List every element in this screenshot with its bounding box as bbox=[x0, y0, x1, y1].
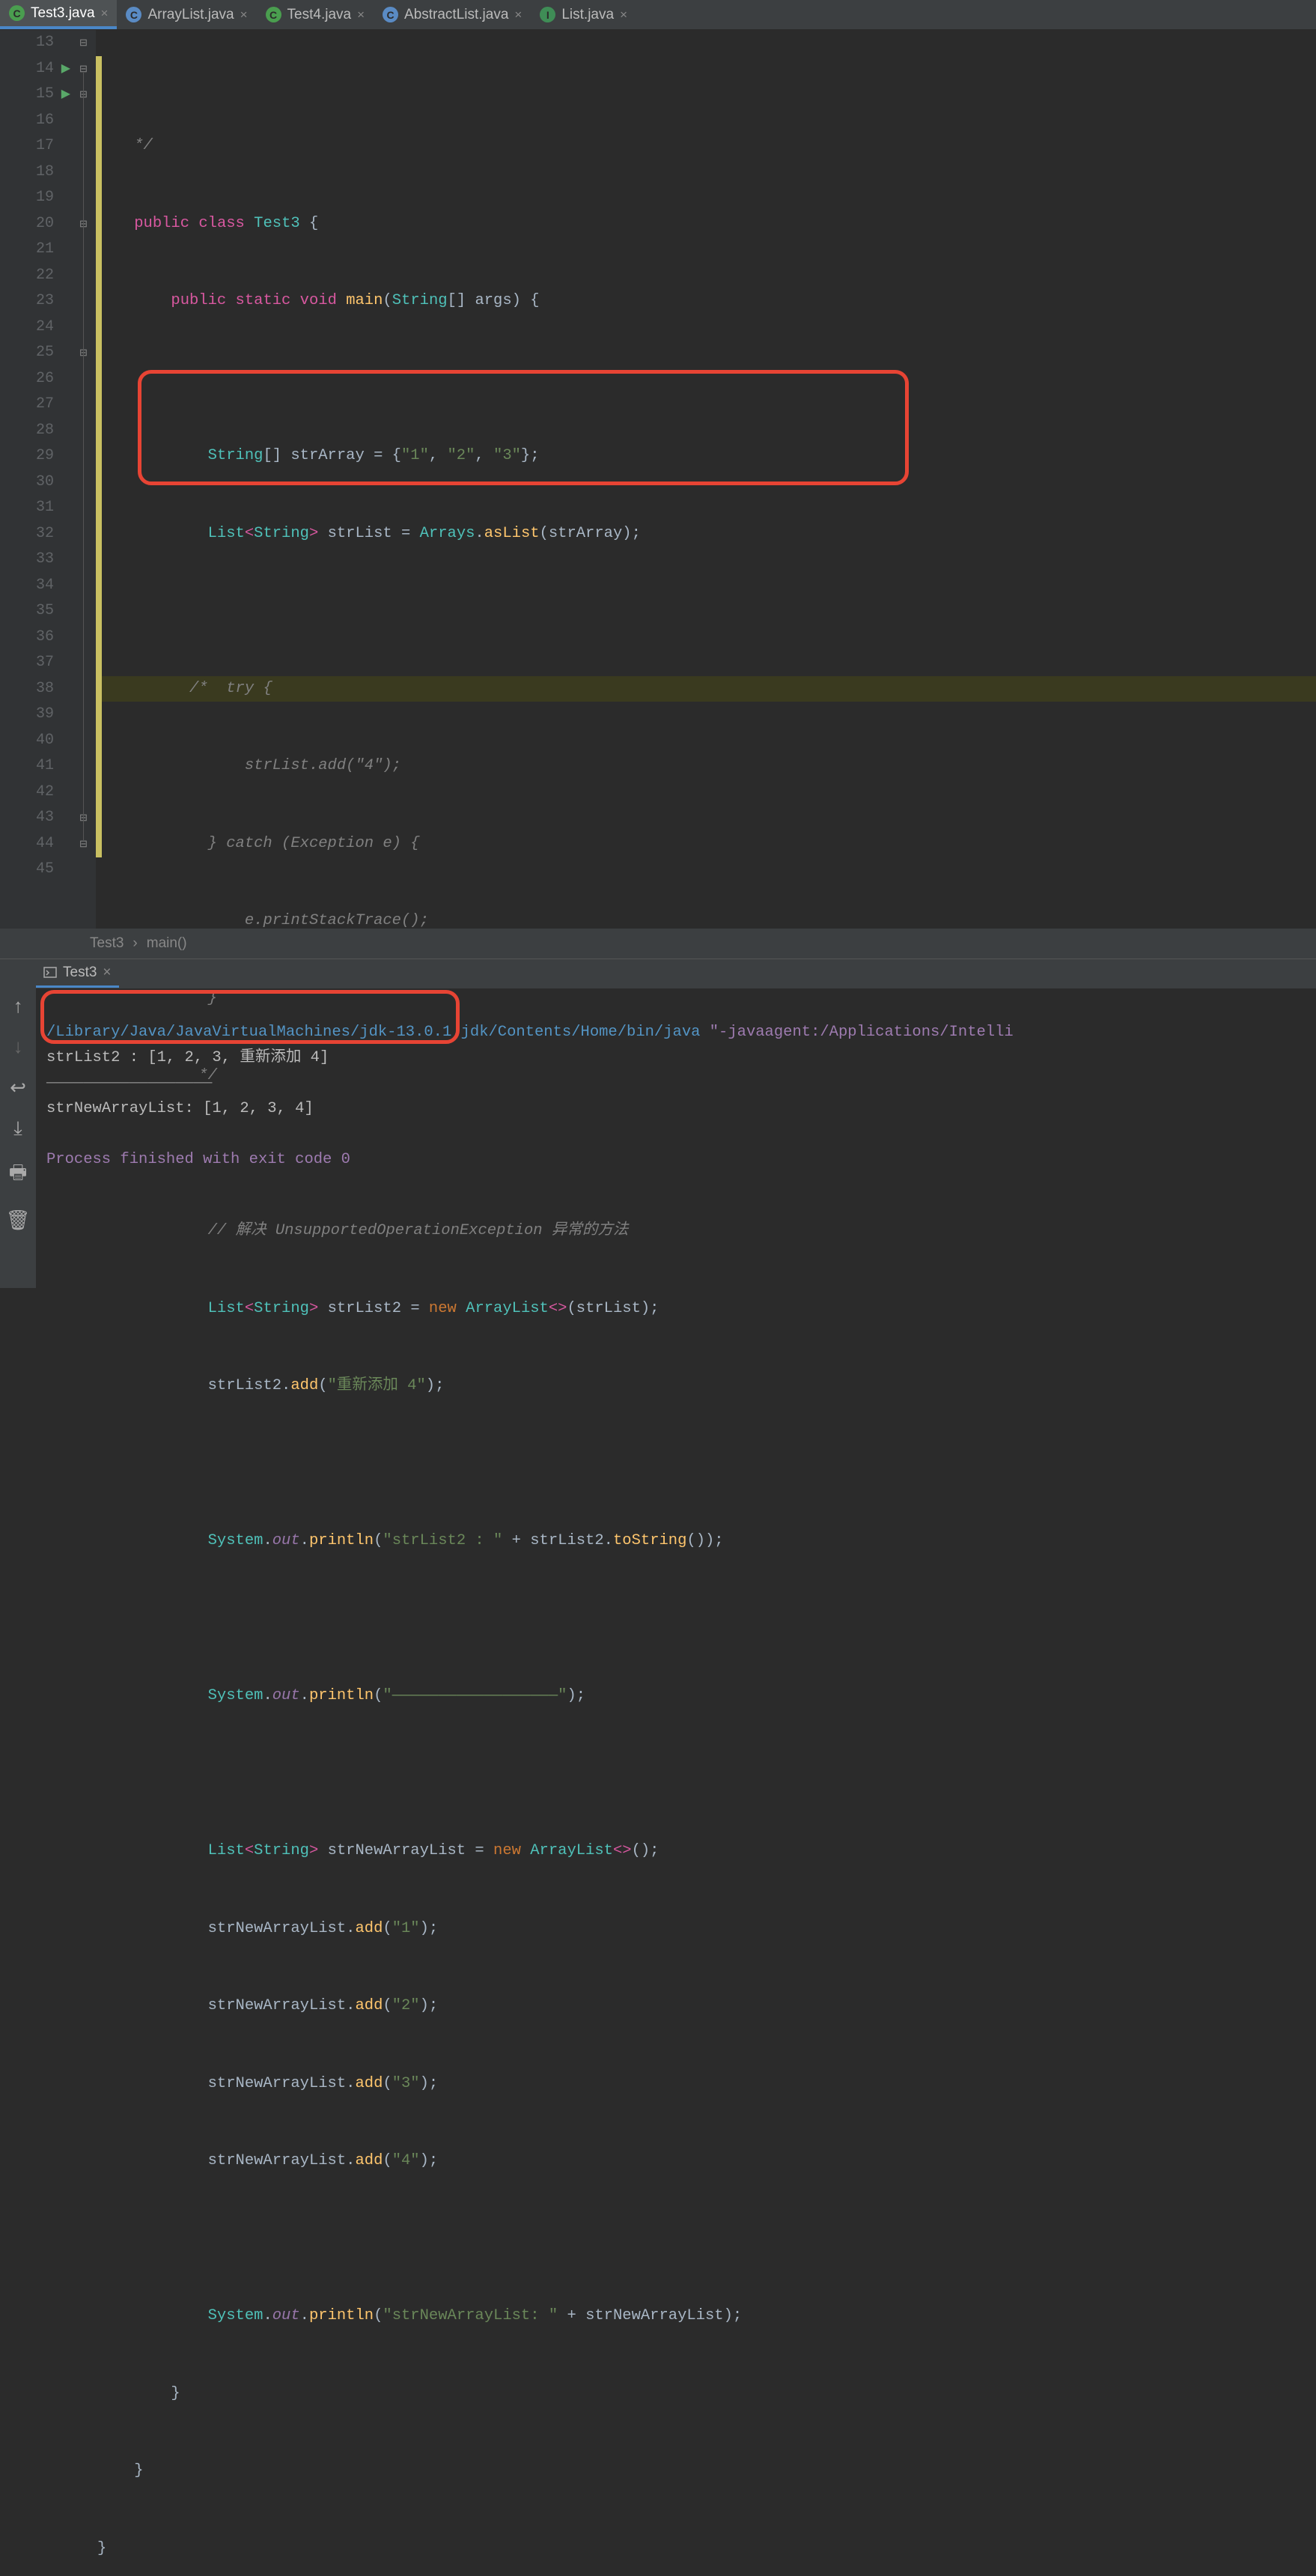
class-icon: C bbox=[266, 7, 281, 22]
code-line-42: } bbox=[97, 2381, 1316, 2408]
tab-abstractlist[interactable]: C AbstractList.java × bbox=[374, 0, 531, 29]
scroll-up-icon[interactable]: ↑ bbox=[12, 996, 24, 1018]
close-icon[interactable]: × bbox=[101, 6, 109, 21]
run-tab-label: Test3 bbox=[63, 965, 97, 981]
code-line-31: System.out.println("strList2 : " + strLi… bbox=[97, 1528, 1316, 1555]
trash-icon[interactable]: 🗑 bbox=[5, 1209, 30, 1233]
code-line-35: List<String> strNewArrayList = new Array… bbox=[97, 1838, 1316, 1865]
code-line-40 bbox=[97, 2226, 1316, 2253]
soft-wrap-icon[interactable]: ↩ bbox=[10, 1077, 26, 1100]
code-line-36: strNewArrayList.add("1"); bbox=[97, 1916, 1316, 1942]
close-icon[interactable]: × bbox=[514, 7, 522, 22]
code-line-21: strList.add("4"); bbox=[97, 753, 1316, 780]
console-out-sep: —————————————————— bbox=[46, 1075, 212, 1092]
code-line-18: List<String> strList = Arrays.asList(str… bbox=[97, 521, 1316, 547]
code-line-41: System.out.println("strNewArrayList: " +… bbox=[97, 2303, 1316, 2330]
fold-column: ⊟⊟⊟⊟⊟⊟⊟ bbox=[75, 30, 96, 929]
tab-label: List.java bbox=[561, 7, 614, 23]
code-area[interactable]: */ public class Test3 { public static vo… bbox=[96, 30, 1316, 929]
fold-icon[interactable]: ⊟ bbox=[78, 37, 89, 49]
tab-label: Test4.java bbox=[287, 7, 352, 23]
code-line-20: /* try { bbox=[97, 676, 1316, 702]
tab-list[interactable]: I List.java × bbox=[531, 0, 636, 29]
terminal-icon bbox=[43, 966, 57, 979]
code-line-19 bbox=[97, 598, 1316, 625]
run-gutter-icon[interactable]: ▶ bbox=[61, 56, 70, 82]
run-gutter-icon[interactable]: ▶ bbox=[61, 82, 70, 108]
code-line-33: System.out.println("——————————————————")… bbox=[97, 1683, 1316, 1710]
code-line-29: strList2.add("重新添加 4"); bbox=[97, 1373, 1316, 1400]
code-line-32 bbox=[97, 1606, 1316, 1632]
tab-label: Test3.java bbox=[31, 5, 95, 22]
code-line-30 bbox=[97, 1451, 1316, 1477]
console-toolbar: ↑ ↓ ↩ ⤓ 🖶 🗑 bbox=[0, 988, 36, 1288]
console-out-line: strList2 : [1, 2, 3, 重新添加 4] bbox=[46, 1049, 329, 1066]
run-console: ↑ ↓ ↩ ⤓ 🖶 🗑 /Library/Java/JavaVirtualMac… bbox=[0, 988, 1316, 1288]
tab-test3[interactable]: C Test3.java × bbox=[0, 0, 117, 29]
editor: 1314▶15▶16171819202122232425262728293031… bbox=[0, 30, 1316, 929]
print-icon[interactable]: 🖶 bbox=[9, 1158, 28, 1191]
code-line-23: e.printStackTrace(); bbox=[97, 908, 1316, 935]
close-icon[interactable]: × bbox=[620, 7, 627, 22]
interface-icon: I bbox=[540, 7, 555, 22]
class-icon: C bbox=[383, 7, 398, 22]
tab-label: AbstractList.java bbox=[404, 7, 508, 23]
code-line-17: String[] strArray = {"1", "2", "3"}; bbox=[97, 443, 1316, 470]
code-line-14: public class Test3 { bbox=[97, 211, 1316, 237]
code-line-43: } bbox=[97, 2458, 1316, 2485]
class-icon: C bbox=[9, 5, 25, 21]
scroll-down-icon[interactable]: ↓ bbox=[12, 1036, 24, 1059]
code-line-28: List<String> strList2 = new ArrayList<>(… bbox=[97, 1296, 1316, 1322]
change-marker bbox=[96, 56, 102, 857]
console-cmd: /Library/Java/JavaVirtualMachines/jdk-13… bbox=[46, 1024, 710, 1041]
code-line-22: } catch (Exception e) { bbox=[97, 831, 1316, 857]
code-line-34 bbox=[97, 1761, 1316, 1787]
code-line-39: strNewArrayList.add("4"); bbox=[97, 2148, 1316, 2175]
close-icon[interactable]: × bbox=[240, 7, 248, 22]
fold-icon[interactable]: ⊟ bbox=[78, 839, 89, 850]
code-line-13: */ bbox=[97, 133, 1316, 160]
code-line-44: } bbox=[97, 2536, 1316, 2563]
tab-arraylist[interactable]: C ArrayList.java × bbox=[117, 0, 256, 29]
close-icon[interactable]: × bbox=[357, 7, 365, 22]
tab-test4[interactable]: C Test4.java × bbox=[257, 0, 374, 29]
tab-label: ArrayList.java bbox=[147, 7, 234, 23]
console-output[interactable]: /Library/Java/JavaVirtualMachines/jdk-13… bbox=[36, 988, 1316, 1288]
console-out-line: strNewArrayList: [1, 2, 3, 4] bbox=[46, 1100, 314, 1117]
class-icon: C bbox=[126, 7, 141, 22]
scroll-to-end-icon[interactable]: ⤓ bbox=[13, 1118, 22, 1140]
console-exit: Process finished with exit code 0 bbox=[46, 1151, 350, 1168]
gutter: 1314▶15▶16171819202122232425262728293031… bbox=[0, 30, 75, 929]
code-line-38: strNewArrayList.add("3"); bbox=[97, 2071, 1316, 2097]
code-line-16 bbox=[97, 366, 1316, 392]
code-line-37: strNewArrayList.add("2"); bbox=[97, 1993, 1316, 2020]
code-line-15: public static void main(String[] args) { bbox=[97, 288, 1316, 315]
editor-tabs: C Test3.java × C ArrayList.java × C Test… bbox=[0, 0, 1316, 30]
